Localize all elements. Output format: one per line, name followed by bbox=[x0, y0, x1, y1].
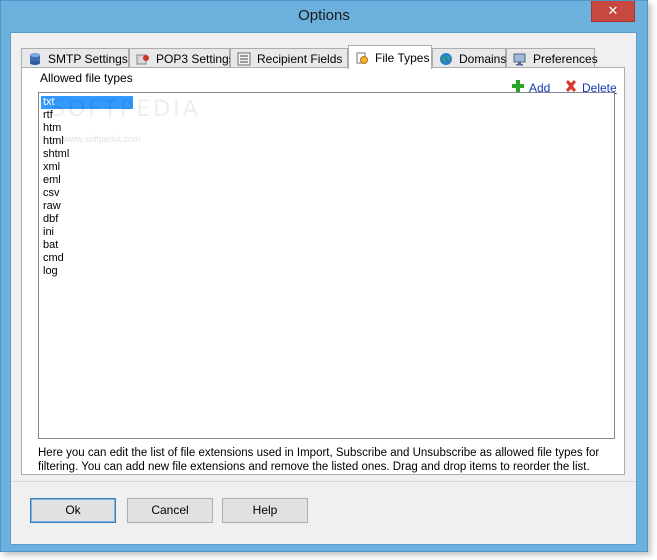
dialog-client-area: SMTP Settings POP3 Settings Recipient Fi… bbox=[10, 32, 637, 545]
file-types-panel: Allowed file types Add Delete txt rtf ht… bbox=[21, 67, 625, 475]
list-item[interactable]: csv bbox=[41, 187, 614, 200]
tab-label: SMTP Settings bbox=[48, 51, 128, 66]
database-icon bbox=[28, 52, 42, 66]
footer-separator bbox=[11, 481, 636, 482]
options-window: Options ✕ SMTP Settings POP3 Settings Re… bbox=[0, 0, 648, 552]
preferences-icon bbox=[513, 52, 527, 66]
allowed-file-types-label: Allowed file types bbox=[40, 71, 133, 85]
tab-pop3-settings[interactable]: POP3 Settings bbox=[129, 48, 235, 68]
help-description: Here you can edit the list of file exten… bbox=[38, 447, 600, 473]
list-item[interactable]: htm bbox=[41, 122, 614, 135]
help-button[interactable]: Help bbox=[222, 498, 308, 523]
tab-label: POP3 Settings bbox=[156, 51, 235, 66]
title-bar[interactable]: Options ✕ bbox=[1, 1, 647, 33]
tab-domains[interactable]: Domains bbox=[432, 48, 506, 68]
list-item[interactable]: txt bbox=[41, 96, 614, 109]
tab-label: Preferences bbox=[533, 51, 598, 66]
cancel-button[interactable]: Cancel bbox=[127, 498, 213, 523]
globe-icon bbox=[439, 52, 453, 66]
window-title: Options bbox=[298, 7, 350, 24]
list-item[interactable]: xml bbox=[41, 161, 614, 174]
tab-file-types[interactable]: File Types bbox=[348, 45, 432, 69]
pop3-icon bbox=[136, 52, 150, 66]
list-item[interactable]: ini bbox=[41, 226, 614, 239]
list-item[interactable]: log bbox=[41, 265, 614, 278]
tab-strip: SMTP Settings POP3 Settings Recipient Fi… bbox=[21, 45, 621, 69]
close-icon: ✕ bbox=[607, 3, 619, 18]
tab-smtp-settings[interactable]: SMTP Settings bbox=[21, 48, 129, 68]
list-item[interactable]: dbf bbox=[41, 213, 614, 226]
list-item[interactable]: shtml bbox=[41, 148, 614, 161]
ok-button[interactable]: Ok bbox=[30, 498, 116, 523]
tab-preferences[interactable]: Preferences bbox=[506, 48, 598, 68]
list-item[interactable]: rtf bbox=[41, 109, 614, 122]
tab-label: Recipient Fields bbox=[257, 51, 343, 66]
list-item[interactable]: cmd bbox=[41, 252, 614, 265]
close-button[interactable]: ✕ bbox=[591, 1, 635, 22]
tab-label: Domains bbox=[459, 51, 507, 66]
file-types-list[interactable]: txt rtf htm html shtml xml eml csv raw d… bbox=[38, 92, 615, 439]
list-item[interactable]: eml bbox=[41, 174, 614, 187]
list-item[interactable]: bat bbox=[41, 239, 614, 252]
tab-recipient-fields[interactable]: Recipient Fields bbox=[230, 48, 348, 68]
tab-label: File Types bbox=[375, 50, 430, 65]
list-item[interactable]: raw bbox=[41, 200, 614, 213]
list-item[interactable]: html bbox=[41, 135, 614, 148]
file-types-icon bbox=[355, 51, 369, 65]
list-icon bbox=[237, 52, 251, 66]
